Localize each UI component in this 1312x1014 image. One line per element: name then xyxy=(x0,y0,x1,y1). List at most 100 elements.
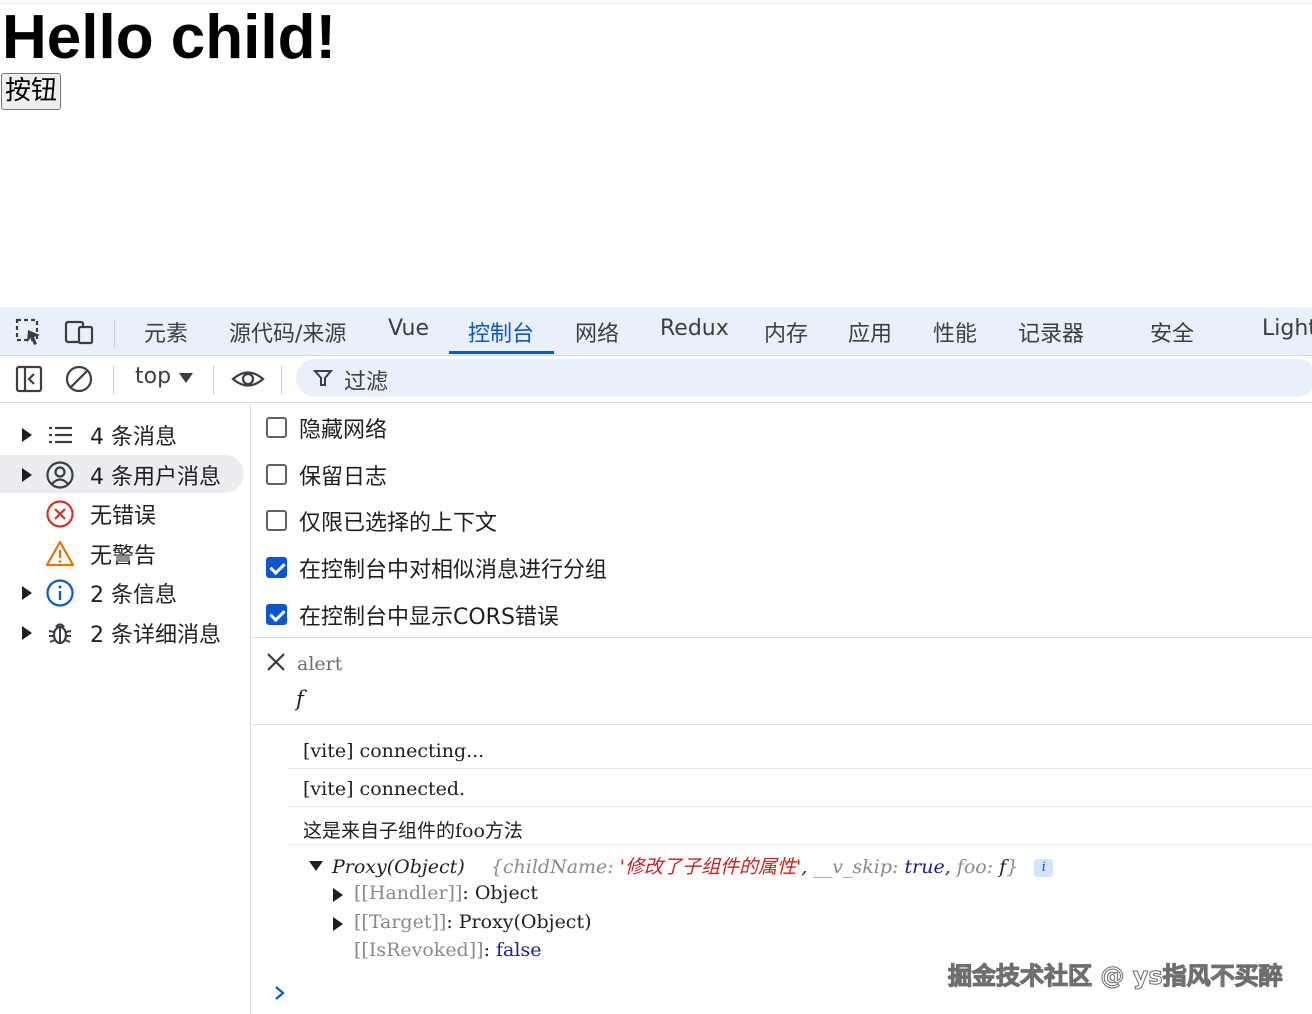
tab-memory[interactable]: 内存 xyxy=(764,316,808,355)
message-text: 这是来自子组件的foo方法 xyxy=(303,820,523,842)
sidebar-item-label: 4 条用户消息 xyxy=(90,465,221,490)
sidebar-item-label: 2 条信息 xyxy=(90,583,177,608)
setting-label: 仅限已选择的上下文 xyxy=(299,511,498,536)
console-settings-panel: 隐藏网络 保留日志 仅限已选择的上下文 在控制台中对相似消息进行分组 在控制台中… xyxy=(252,404,1312,638)
preview-key: foo xyxy=(956,856,987,878)
property-key: [[Handler]] xyxy=(354,882,463,904)
object-property-target[interactable]: [[Target]]: Proxy(Object) xyxy=(354,911,592,933)
bug-icon xyxy=(48,623,72,645)
info-icon xyxy=(46,579,74,607)
console-message: [vite] connected. xyxy=(288,769,1312,807)
page-heading: Hello child! xyxy=(2,3,337,72)
devtools-tabbar: 元素 源代码/来源 Vue 控制台 网络 Redux 内存 应用 性能 记录器 … xyxy=(0,307,1312,356)
preview-string-value: '修改了子组件的属性' xyxy=(619,856,802,878)
tab-elements[interactable]: 元素 xyxy=(144,316,188,355)
sidebar-item-errors[interactable]: 无错误 xyxy=(0,494,244,532)
object-property-handler[interactable]: [[Handler]]: Object xyxy=(354,882,538,904)
expand-arrow-icon[interactable] xyxy=(333,917,343,931)
active-tab-indicator xyxy=(449,351,554,354)
console-toolbar: top 过滤 xyxy=(0,356,1312,403)
object-summary[interactable]: Proxy(Object) {childName: '修改了子组件的属性', _… xyxy=(332,852,1054,879)
tab-separator xyxy=(114,319,115,347)
tab-performance[interactable]: 性能 xyxy=(933,316,977,355)
clear-console-icon[interactable] xyxy=(64,364,94,394)
tab-recorder[interactable]: 记录器 xyxy=(1018,316,1084,355)
filter-input[interactable]: 过滤 xyxy=(296,359,1312,397)
expand-arrow-icon[interactable] xyxy=(22,468,32,482)
context-selector[interactable]: top xyxy=(135,364,171,389)
checkbox[interactable] xyxy=(266,510,287,531)
tab-lighthouse[interactable]: Light xyxy=(1262,316,1312,355)
live-expression: alert f xyxy=(252,639,1312,725)
expand-arrow-icon[interactable] xyxy=(22,626,32,640)
watermark: 掘金技术社区 @ ys指风不买醉 xyxy=(948,962,1284,991)
expand-arrow-icon[interactable] xyxy=(333,888,343,902)
collapse-arrow-icon[interactable] xyxy=(309,861,323,871)
tab-sources[interactable]: 源代码/来源 xyxy=(229,316,346,355)
sidebar-item-warnings[interactable]: 无警告 xyxy=(0,534,244,572)
tab-vue[interactable]: Vue xyxy=(388,316,429,355)
tab-redux[interactable]: Redux xyxy=(660,316,729,355)
sidebar-item-label: 无警告 xyxy=(90,544,157,569)
sidebar-item-label: 无错误 xyxy=(90,504,157,529)
info-badge-icon[interactable]: i xyxy=(1034,859,1054,877)
close-icon[interactable] xyxy=(265,651,287,673)
preview-bool-value: true xyxy=(904,856,945,878)
expand-arrow-icon[interactable] xyxy=(22,428,32,442)
property-value: Object xyxy=(474,882,538,904)
toolbar-separator xyxy=(213,366,214,394)
property-value: Proxy(Object) xyxy=(458,911,592,933)
expand-arrow-icon[interactable] xyxy=(22,586,32,600)
property-key: [[Target]] xyxy=(354,911,447,933)
preview-key: __v_skip xyxy=(813,856,893,878)
preview-open: { xyxy=(490,856,503,878)
sidebar-item-messages[interactable]: 4 条消息 xyxy=(0,415,244,453)
chevron-down-icon xyxy=(179,373,193,383)
filter-placeholder: 过滤 xyxy=(344,370,389,395)
toolbar-separator xyxy=(113,366,114,394)
sidebar-toggle-icon[interactable] xyxy=(14,364,44,394)
live-expression-input[interactable]: alert xyxy=(297,653,342,675)
checkbox-checked[interactable] xyxy=(266,604,287,625)
property-value: false xyxy=(496,939,542,961)
tab-network[interactable]: 网络 xyxy=(575,316,619,355)
console-message: 这是来自子组件的foo方法 xyxy=(288,807,1312,845)
tab-console[interactable]: 控制台 xyxy=(468,316,534,355)
message-text: [vite] connected. xyxy=(303,778,466,800)
checkbox[interactable] xyxy=(266,417,287,438)
filter-icon xyxy=(312,370,334,386)
device-toggle-icon[interactable] xyxy=(64,317,94,347)
sidebar-item-label: 2 条详细消息 xyxy=(90,623,221,648)
console-object-entry: Proxy(Object) {childName: '修改了子组件的属性', _… xyxy=(288,844,1312,974)
error-icon xyxy=(46,500,74,528)
preview-key: childName xyxy=(502,856,608,878)
inspect-element-icon[interactable] xyxy=(14,317,44,347)
object-property-revoked: [[IsRevoked]]: false xyxy=(354,939,542,961)
list-icon xyxy=(49,426,72,444)
toolbar-separator xyxy=(281,366,282,394)
sidebar-item-info[interactable]: 2 条信息 xyxy=(0,573,244,611)
setting-label: 隐藏网络 xyxy=(299,418,388,443)
sidebar-item-label: 4 条消息 xyxy=(90,425,177,450)
console-message: [vite] connecting... xyxy=(288,731,1312,769)
console-prompt-icon[interactable] xyxy=(272,984,288,1002)
live-expression-eye-icon[interactable] xyxy=(231,364,265,394)
property-key: [[IsRevoked]] xyxy=(354,939,484,961)
message-text: [vite] connecting... xyxy=(303,740,485,762)
checkbox[interactable] xyxy=(266,464,287,485)
warning-icon xyxy=(45,540,75,567)
setting-label: 保留日志 xyxy=(299,465,388,490)
setting-label: 在控制台中显示CORS错误 xyxy=(299,605,559,630)
sidebar-item-user-messages[interactable]: 4 条用户消息 xyxy=(0,455,244,493)
object-type: Proxy(Object) xyxy=(332,856,465,878)
preview-close: } xyxy=(1006,856,1019,878)
live-expression-result: f xyxy=(296,687,304,711)
console-sidebar: 4 条消息 4 条用户消息 无错误 无警告 2 条信息 2 条详细消息 xyxy=(0,404,251,1014)
setting-label: 在控制台中对相似消息进行分组 xyxy=(299,558,608,583)
page-button[interactable]: 按钮 xyxy=(1,73,61,110)
tab-security[interactable]: 安全 xyxy=(1150,316,1194,355)
tab-application[interactable]: 应用 xyxy=(848,316,892,355)
checkbox-checked[interactable] xyxy=(266,557,287,578)
sidebar-item-verbose[interactable]: 2 条详细消息 xyxy=(0,613,244,651)
user-icon xyxy=(46,461,74,489)
